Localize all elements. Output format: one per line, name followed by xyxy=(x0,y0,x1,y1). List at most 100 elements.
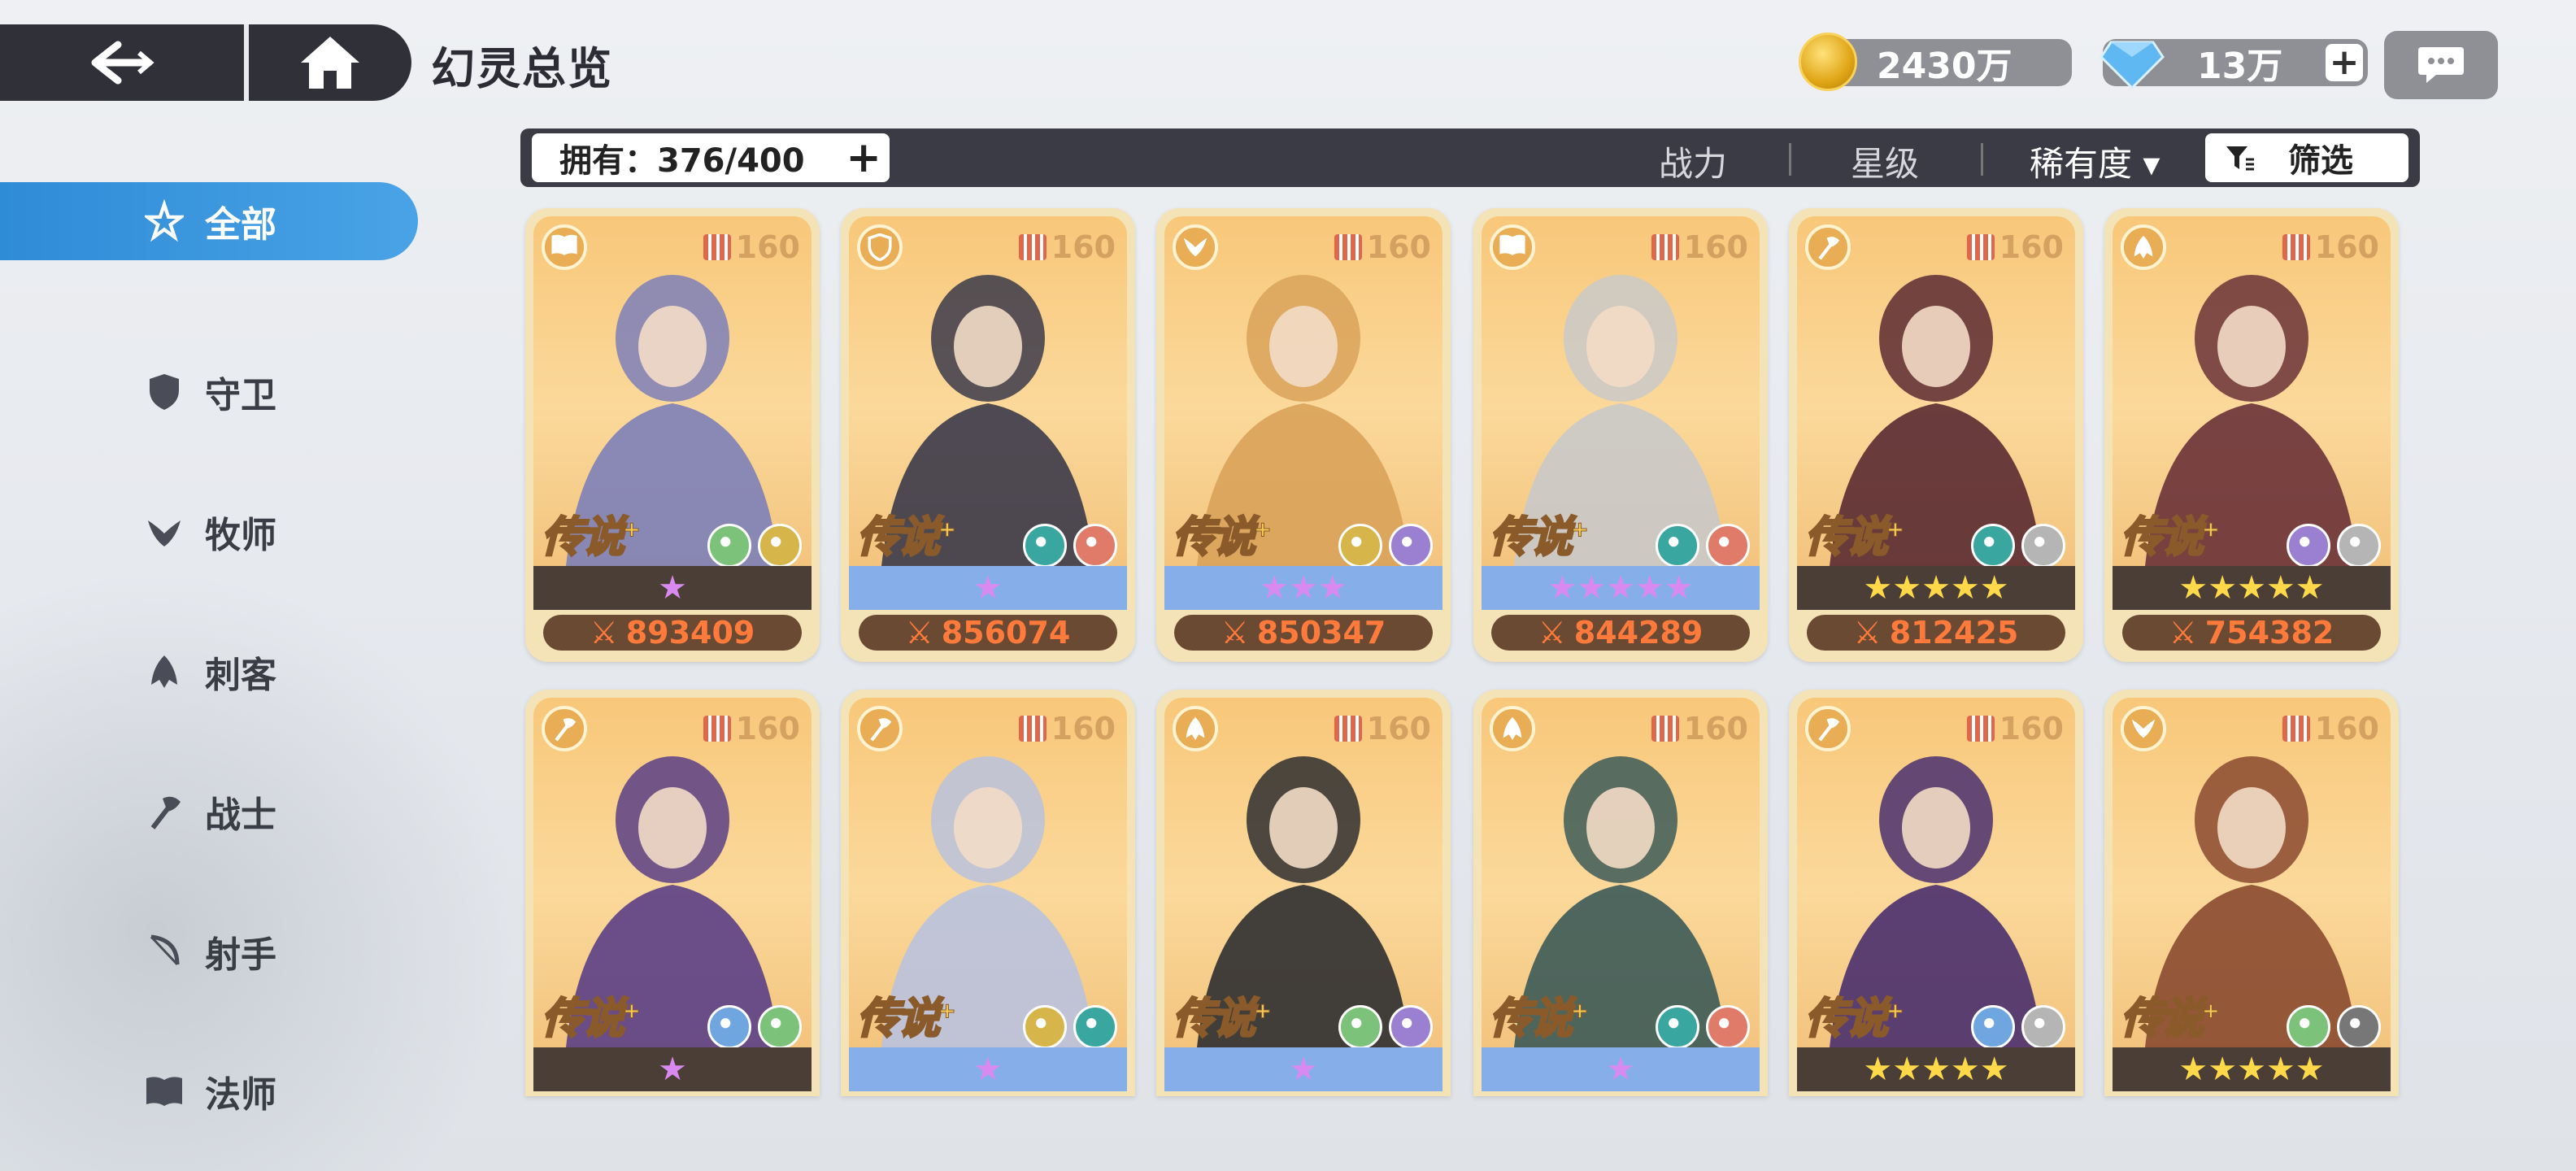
combat-power: ⚔ 856074 xyxy=(859,615,1117,651)
level-bars-icon xyxy=(1651,716,1679,742)
star-rating: ★ xyxy=(1164,1047,1442,1091)
combat-power: ⚔ 850347 xyxy=(1174,615,1433,651)
home-button[interactable] xyxy=(249,24,411,101)
sidebar-item-label: 守卫 xyxy=(205,375,276,416)
element-icon xyxy=(2021,1005,2065,1047)
element-icons xyxy=(1971,1005,2065,1047)
level-bars-icon xyxy=(2282,234,2310,260)
element-icons xyxy=(2287,1005,2381,1047)
level-bars-icon xyxy=(1966,234,1995,260)
hero-level: 160 xyxy=(1651,711,1748,747)
sidebar-item-label: 射手 xyxy=(205,934,276,976)
level-bars-icon xyxy=(2282,716,2310,742)
level-value: 160 xyxy=(735,711,800,747)
add-gems-button[interactable]: + xyxy=(2326,44,2363,81)
level-bars-icon xyxy=(703,716,731,742)
owned-count: 拥有：376/400 xyxy=(559,142,805,180)
hero-level: 160 xyxy=(1018,229,1116,265)
element-icons xyxy=(2287,524,2381,566)
element-icon xyxy=(1389,524,1433,566)
sidebar-item-all[interactable]: 全部 xyxy=(0,182,418,260)
back-button[interactable] xyxy=(0,24,244,101)
hero-portrait-frame: 160 传说+ xyxy=(2113,698,2391,1047)
gold-currency: 2430万 xyxy=(1799,33,2072,91)
level-value: 160 xyxy=(1999,229,2064,265)
hero-card[interactable]: 160 传说+ ★ xyxy=(1473,690,1768,1096)
filter-icon xyxy=(2226,146,2254,171)
hero-level: 160 xyxy=(703,229,800,265)
sort-by-star[interactable]: 星级 xyxy=(1851,137,1919,186)
element-icon xyxy=(707,524,751,566)
sidebar-item-assassin[interactable]: 刺客 xyxy=(0,602,423,742)
level-bars-icon xyxy=(1966,716,1995,742)
hero-portrait-frame: 160 传说+ xyxy=(2113,216,2391,566)
hero-card[interactable]: 160 传说+ ★★★★★ ⚔ 812425 xyxy=(1789,208,2083,662)
star-rating: ★ xyxy=(533,566,812,610)
star-rating: ★ xyxy=(533,1047,812,1091)
level-value: 160 xyxy=(1999,711,2064,747)
axe-icon xyxy=(1805,706,1851,751)
element-icon xyxy=(758,1005,802,1047)
gold-amount: 2430万 xyxy=(1877,46,2012,87)
star-rating: ★★★★★ xyxy=(1797,1047,2075,1091)
star-rating: ★★★ xyxy=(1164,566,1442,610)
owned-count-box[interactable]: 拥有：376/400 + xyxy=(532,133,890,182)
chat-bubble-icon xyxy=(2418,47,2464,83)
rarity-label: 传说+ xyxy=(2119,512,2220,564)
element-icons xyxy=(1656,1005,1750,1047)
level-value: 160 xyxy=(1683,229,1748,265)
hero-card[interactable]: 160 传说+ ★★★★★ ⚔ 844289 xyxy=(1473,208,1768,662)
filter-bar: 拥有：376/400 + 战力 星级 稀有度 ▾ 筛选 xyxy=(520,128,2420,187)
filter-button[interactable]: 筛选 xyxy=(2205,133,2408,182)
level-value: 160 xyxy=(1051,711,1116,747)
sidebar-item-mage[interactable]: 法师 xyxy=(0,1021,423,1161)
hero-card[interactable]: 160 传说+ ★★★★★ ⚔ 754382 xyxy=(2104,208,2399,662)
crossed-swords-icon: ⚔ xyxy=(1221,615,1249,651)
expand-slots-button[interactable]: + xyxy=(846,137,881,179)
level-value: 160 xyxy=(2314,229,2379,265)
hero-card[interactable]: 160 传说+ ★★★★★ xyxy=(2104,690,2399,1096)
hero-portrait-frame: 160 传说+ xyxy=(1482,216,1760,566)
shield-icon xyxy=(145,372,184,411)
sidebar-item-warrior[interactable]: 战士 xyxy=(0,742,423,882)
sidebar-item-archer[interactable]: 射手 xyxy=(0,882,423,1021)
element-icon xyxy=(1389,1005,1433,1047)
sidebar-item-priest[interactable]: 牧师 xyxy=(0,462,423,602)
combat-power: ⚔ 812425 xyxy=(1807,615,2065,651)
element-icon xyxy=(1656,1005,1699,1047)
bow-icon xyxy=(145,932,184,971)
rarity-label: 传说+ xyxy=(855,512,956,564)
element-icon xyxy=(1073,524,1117,566)
combat-power: ⚔ 754382 xyxy=(2122,615,2381,651)
sort-by-rarity[interactable]: 稀有度 ▾ xyxy=(2030,137,2160,186)
element-icon xyxy=(1706,1005,1750,1047)
hero-level: 160 xyxy=(1966,711,2064,747)
element-icon xyxy=(2337,1005,2381,1047)
chat-button[interactable] xyxy=(2384,31,2498,99)
element-icon xyxy=(1073,1005,1117,1047)
hero-card[interactable]: 160 传说+ ★ ⚔ 856074 xyxy=(841,208,1135,662)
sidebar-item-label: 全部 xyxy=(205,204,276,246)
hero-level: 160 xyxy=(703,711,800,747)
hero-card[interactable]: 160 传说+ ★ ⚔ 893409 xyxy=(525,208,820,662)
rarity-label: 传说+ xyxy=(1804,994,1904,1045)
sort-by-power[interactable]: 战力 xyxy=(1659,137,1727,186)
star-rating: ★★★★★ xyxy=(1797,566,2075,610)
rarity-label: 传说+ xyxy=(1171,512,1272,564)
hero-card[interactable]: 160 传说+ ★ xyxy=(525,690,820,1096)
power-value: 844289 xyxy=(1573,615,1704,651)
element-icons xyxy=(707,524,802,566)
combat-power: ⚔ 844289 xyxy=(1491,615,1750,651)
hero-portrait-frame: 160 传说+ xyxy=(1164,698,1442,1047)
element-icons xyxy=(1023,524,1117,566)
crossed-swords-icon: ⚔ xyxy=(590,615,618,651)
sidebar-item-guard[interactable]: 守卫 xyxy=(0,322,423,462)
assassin-icon xyxy=(145,652,184,691)
hero-portrait-frame: 160 传说+ xyxy=(533,216,812,566)
hero-card[interactable]: 160 传说+ ★ xyxy=(841,690,1135,1096)
hero-card[interactable]: 160 传说+ ★★★★★ xyxy=(1789,690,2083,1096)
hero-card[interactable]: 160 传说+ ★ xyxy=(1156,690,1451,1096)
page-title: 幻灵总览 xyxy=(431,43,613,94)
book-icon xyxy=(145,1072,184,1111)
hero-card[interactable]: 160 传说+ ★★★ ⚔ 850347 xyxy=(1156,208,1451,662)
